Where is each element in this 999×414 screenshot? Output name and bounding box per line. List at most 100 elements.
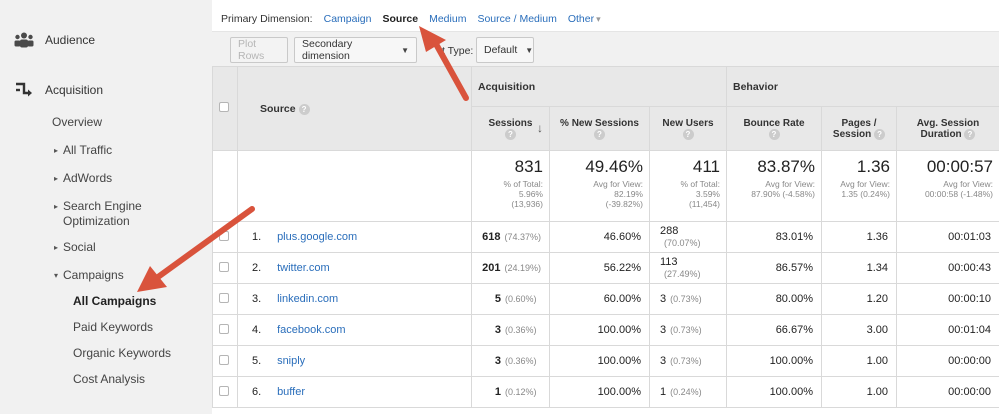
chevron-down-icon: ▼: [525, 45, 534, 55]
row-checkbox-cell[interactable]: [212, 283, 238, 315]
totals-avg-duration: 00:00:57 Avg for View: 00:00:58 (-1.48%): [896, 150, 999, 222]
help-icon[interactable]: ?: [874, 128, 886, 140]
plot-rows-button[interactable]: Plot Rows: [230, 37, 288, 63]
dimension-source-medium[interactable]: Source / Medium: [477, 13, 556, 25]
bounce-rate-cell: 80.00%: [726, 283, 822, 315]
row-checkbox-cell[interactable]: [212, 314, 238, 346]
col-header-new-sessions[interactable]: % New Sessions ?: [549, 106, 650, 151]
dimension-medium[interactable]: Medium: [429, 13, 466, 25]
totals-sub: Avg for View:: [943, 179, 993, 189]
row-checkbox[interactable]: [219, 230, 229, 241]
row-index: 1.: [252, 231, 262, 243]
sidebar-item-adwords[interactable]: ▸ AdWords: [54, 171, 112, 186]
data-table: Source ? Acquisition Behavior Sessions ↓…: [212, 66, 999, 408]
row-checkbox-cell[interactable]: [212, 345, 238, 377]
primary-dimension-label: Primary Dimension:: [221, 13, 313, 25]
source-link[interactable]: buffer: [277, 386, 305, 398]
sidebar-item-label: Social: [63, 240, 96, 254]
col-header-bounce-rate[interactable]: Bounce Rate ?: [726, 106, 822, 151]
group-header-behavior: Behavior: [726, 66, 999, 107]
source-link[interactable]: facebook.com: [277, 324, 345, 336]
sessions-cell: 3 (0.36%): [471, 314, 550, 346]
row-checkbox[interactable]: [219, 354, 229, 365]
totals-sub: % of Total:: [503, 179, 543, 189]
sidebar-item-overview[interactable]: Overview: [52, 115, 102, 129]
dimension-campaign[interactable]: Campaign: [324, 13, 372, 25]
sidebar-item-all-campaigns[interactable]: All Campaigns: [73, 294, 156, 308]
pages-session-cell: 1.00: [821, 345, 897, 377]
col-header-source-label: Source: [260, 102, 296, 115]
totals-sub: 3.59%: [695, 189, 720, 199]
help-icon[interactable]: ?: [505, 128, 516, 140]
sidebar-item-campaigns[interactable]: ▾ Campaigns: [54, 268, 124, 283]
new-users-cell: 3 (0.73%): [649, 283, 727, 315]
report-main: Primary Dimension: Campaign Source Mediu…: [212, 0, 999, 414]
primary-dimension-bar: Primary Dimension: Campaign Source Mediu…: [221, 13, 612, 25]
col-header-sessions[interactable]: Sessions ↓ ?: [471, 106, 550, 151]
help-icon[interactable]: ?: [682, 128, 694, 140]
table-row: 5. sniply 3 (0.36%) 100.00% 3 (0.73%) 100.00% 1…: [212, 345, 999, 377]
row-checkbox[interactable]: [219, 385, 229, 396]
col-header-avg-duration[interactable]: Avg. Session Duration ?: [896, 106, 999, 151]
new-users-percent: (27.49%): [664, 269, 701, 279]
totals-sub: 00:00:58 (-1.48%): [924, 189, 993, 199]
sidebar-item-organic-keywords[interactable]: Organic Keywords: [73, 346, 171, 360]
sort-type-dropdown[interactable]: Default ▼: [476, 37, 534, 63]
sidebar-item-social[interactable]: ▸ Social: [54, 240, 96, 255]
help-icon[interactable]: ?: [768, 128, 780, 140]
row-checkbox-cell[interactable]: [212, 252, 238, 284]
source-link[interactable]: linkedin.com: [277, 293, 338, 305]
sidebar-item-paid-keywords[interactable]: Paid Keywords: [73, 320, 153, 334]
bounce-rate-cell: 100.00%: [726, 345, 822, 377]
nav-audience[interactable]: Audience: [14, 31, 95, 49]
source-link[interactable]: plus.google.com: [277, 231, 357, 243]
sort-type-label: t Type:: [442, 45, 474, 57]
sessions-percent: (0.36%): [505, 356, 537, 366]
row-checkbox[interactable]: [219, 323, 229, 334]
totals-sub: 82.19%: [614, 189, 643, 199]
row-checkbox-cell[interactable]: [212, 221, 238, 253]
new-sessions-cell: 100.00%: [549, 345, 650, 377]
sessions-cell: 1 (0.12%): [471, 376, 550, 408]
sessions-percent: (0.12%): [505, 387, 537, 397]
row-index: 5.: [252, 355, 262, 367]
col-header-pages-session[interactable]: Pages / Session ?: [821, 106, 897, 151]
help-icon[interactable]: ?: [964, 128, 976, 140]
sessions-percent: (0.36%): [505, 325, 537, 335]
dimension-source[interactable]: Source: [382, 13, 418, 25]
avg-duration-cell: 00:01:03: [896, 221, 999, 253]
people-icon: [14, 31, 34, 49]
totals-value: 00:00:57: [926, 157, 993, 176]
new-users-value: 3: [660, 355, 667, 367]
nav-acquisition[interactable]: Acquisition: [14, 81, 103, 99]
help-icon[interactable]: ?: [594, 128, 605, 140]
col-header-label: Sessions: [488, 117, 533, 129]
col-header-label: % New Sessions: [560, 117, 639, 129]
totals-sub: Avg for View:: [765, 179, 815, 189]
source-link[interactable]: sniply: [277, 355, 305, 367]
secondary-dimension-dropdown[interactable]: Secondary dimension ▼: [294, 37, 417, 63]
source-link[interactable]: twitter.com: [277, 262, 330, 274]
sidebar-item-label: Search Engine: [63, 199, 142, 213]
help-icon[interactable]: ?: [298, 103, 310, 115]
col-header-source[interactable]: Source ?: [237, 66, 472, 151]
totals-sub: Avg for View:: [593, 179, 643, 189]
row-checkbox-cell[interactable]: [212, 376, 238, 408]
pages-session-cell: 1.00: [821, 376, 897, 408]
sidebar-item-cost-analysis[interactable]: Cost Analysis: [73, 372, 145, 386]
table-row: 4. facebook.com 3 (0.36%) 100.00% 3 (0.73%) 66…: [212, 314, 999, 346]
source-cell: 6. buffer: [237, 376, 472, 408]
col-header-new-users[interactable]: New Users ?: [649, 106, 727, 151]
select-all-checkbox[interactable]: [219, 102, 229, 112]
sidebar-item-seo[interactable]: ▸ Search Engine Optimization: [54, 199, 142, 228]
row-checkbox[interactable]: [219, 292, 229, 303]
sessions-percent: (24.19%): [504, 263, 541, 273]
sidebar-item-all-traffic[interactable]: ▸ All Traffic: [54, 143, 112, 158]
select-all-cell[interactable]: [212, 66, 238, 151]
row-checkbox[interactable]: [219, 261, 229, 272]
sort-type-value: Default: [484, 44, 518, 56]
dimension-other-dropdown[interactable]: Other: [568, 13, 601, 25]
new-sessions-cell: 100.00%: [549, 314, 650, 346]
sort-descending-icon[interactable]: ↓: [537, 121, 543, 135]
new-users-cell: 113(27.49%): [649, 252, 727, 284]
